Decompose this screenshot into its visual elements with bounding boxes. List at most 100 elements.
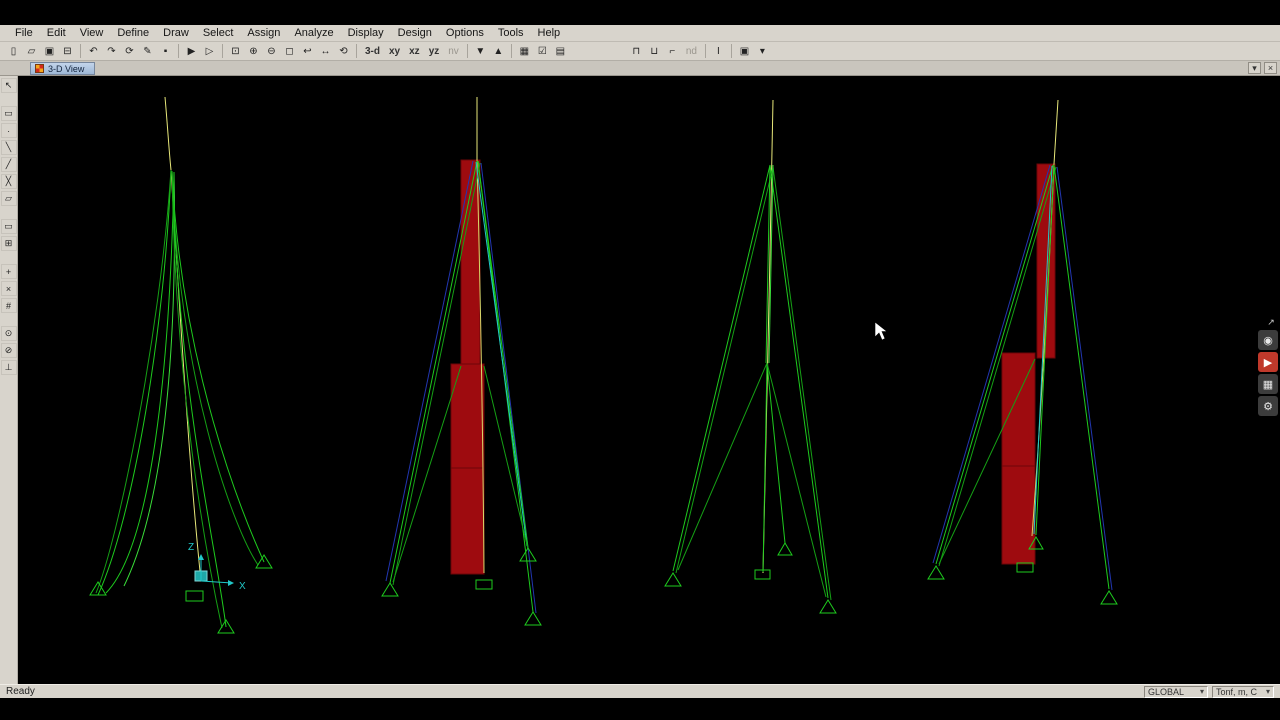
coord-system-select[interactable]: GLOBAL ▾ [1144, 685, 1208, 698]
frame-section-button[interactable]: ⊓ [628, 43, 645, 59]
zoom-in-button[interactable]: ⊕ [245, 43, 262, 59]
snap-midpoints-icon: ⊘ [4, 345, 13, 355]
view-yz-button[interactable]: yz [425, 43, 444, 59]
new-model-button[interactable]: ▯ [5, 43, 22, 59]
save-model-button[interactable]: ▣ [41, 43, 58, 59]
intersecting-select-button[interactable]: # [0, 298, 17, 313]
lock-model-button[interactable]: ▪ [157, 43, 174, 59]
collapse-window-button[interactable]: ▾ [1248, 62, 1261, 74]
zoom-out-button[interactable]: ⊖ [263, 43, 280, 59]
model-viewport-3d[interactable]: Z X ↗ ◉ ▶ ▦ ⚙ [18, 76, 1280, 684]
show-selected-button[interactable]: ☑ [534, 43, 551, 59]
menu-define[interactable]: Define [110, 25, 156, 41]
grid-options-button[interactable]: ▦ [516, 43, 533, 59]
display-options-button[interactable]: ▣ [736, 43, 753, 59]
clear-selection-button[interactable]: × [0, 281, 17, 296]
snap-joints-button[interactable]: ⊙ [0, 326, 17, 341]
window-controls: ▾ × [1248, 62, 1277, 74]
print-button[interactable]: ⊟ [59, 43, 76, 59]
image-capture-button[interactable]: ▦ [1258, 374, 1278, 394]
joint-constraint-button[interactable]: ⌐ [664, 43, 681, 59]
close-window-button[interactable]: × [1264, 62, 1277, 74]
pin-panel-button[interactable]: ↗ [1264, 317, 1278, 328]
open-file-button[interactable]: ▱ [23, 43, 40, 59]
model-canvas: Z X [89, 96, 1118, 634]
assign-toolbar-group: ⊓ ⊔ ⌐ nd I ▣ ▾ [628, 43, 771, 59]
section-cut-button[interactable]: I [710, 43, 727, 59]
new-model-icon: ▯ [10, 45, 17, 57]
menu-help[interactable]: Help [531, 25, 568, 41]
coord-system-value: GLOBAL [1148, 686, 1185, 697]
rotate-3d-button[interactable]: ⟲ [335, 43, 352, 59]
select-all-button[interactable]: + [0, 264, 17, 279]
select-all-icon: + [5, 266, 12, 277]
snap-midpoints-button[interactable]: ⊘ [0, 343, 17, 358]
menu-file[interactable]: File [8, 25, 40, 41]
menu-tools[interactable]: Tools [491, 25, 531, 41]
main-toolbar: ▯ ▱ ▣ ⊟ ↶ ↷ ⟳ ✎ ▪ ▶ ▷ ⊡ ⊕ ⊖ ◻ ↩ ↔ ⟲ 3-d … [0, 42, 1280, 61]
draw-joint-button[interactable]: ∙ [0, 123, 17, 138]
menu-select[interactable]: Select [196, 25, 241, 41]
move-down-plane-button[interactable]: ▼ [472, 43, 489, 59]
menu-assign[interactable]: Assign [240, 25, 287, 41]
base-plate [754, 569, 771, 580]
sap-logo-icon [35, 64, 44, 73]
zoom-full-button[interactable]: ◻ [281, 43, 298, 59]
menu-edit[interactable]: Edit [40, 25, 73, 41]
zoom-window-button[interactable]: ⊡ [227, 43, 244, 59]
axis-x-label: X [239, 581, 246, 592]
zoom-in-icon: ⊕ [249, 45, 258, 57]
reshape-object-button[interactable]: ▭ [0, 106, 17, 121]
menu-options[interactable]: Options [439, 25, 491, 41]
tower-model-1[interactable]: Z X [89, 96, 273, 634]
intersecting-select-icon: # [5, 300, 11, 311]
menu-view[interactable]: View [73, 25, 111, 41]
menu-display[interactable]: Display [341, 25, 391, 41]
zoom-previous-button[interactable]: ↩ [299, 43, 316, 59]
open-file-icon: ▱ [27, 45, 36, 57]
support-triangle [819, 599, 837, 614]
menu-analyze[interactable]: Analyze [287, 25, 340, 41]
record-video-button[interactable]: ▶ [1258, 352, 1278, 372]
draw-pencil-button[interactable]: ✎ [139, 43, 156, 59]
menu-draw[interactable]: Draw [156, 25, 196, 41]
window-tab-bar: 3-D View ▾ × [0, 61, 1280, 76]
base-plate [475, 579, 493, 590]
redo-button[interactable]: ↷ [103, 43, 120, 59]
lock-icon: ▪ [163, 45, 168, 57]
pan-button[interactable]: ↔ [317, 43, 334, 59]
undo-icon: ↶ [89, 45, 98, 57]
tower-model-2[interactable] [381, 97, 542, 626]
units-select[interactable]: Tonf, m, C ▾ [1212, 685, 1274, 698]
object-options-button[interactable]: ▤ [552, 43, 569, 59]
draw-rect-area-button[interactable]: ▭ [0, 219, 17, 234]
quick-draw-area-icon: ⊞ [4, 238, 13, 248]
pencil-icon: ✎ [143, 45, 152, 57]
run-step-button[interactable]: ▷ [201, 43, 218, 59]
draw-frame-button[interactable]: ╲ [0, 140, 17, 155]
display-options-dropdown[interactable]: ▾ [754, 43, 771, 59]
menu-bar: File Edit View Define Draw Select Assign… [0, 25, 1280, 42]
menu-design[interactable]: Design [391, 25, 439, 41]
tower-model-4[interactable] [927, 99, 1118, 605]
snap-perpendicular-button[interactable]: ⊥ [0, 360, 17, 375]
refresh-window-button[interactable]: ⟳ [121, 43, 138, 59]
camera-snapshot-button[interactable]: ◉ [1258, 330, 1278, 350]
move-up-plane-button[interactable]: ▲ [490, 43, 507, 59]
settings-button[interactable]: ⚙ [1258, 396, 1278, 416]
draw-poly-area-button[interactable]: ▱ [0, 191, 17, 206]
run-analysis-button[interactable]: ▶ [183, 43, 200, 59]
view-xy-button[interactable]: xy [385, 43, 404, 59]
mouse-cursor [874, 321, 888, 341]
quick-draw-frame-button[interactable]: ╱ [0, 157, 17, 172]
frame-release-button[interactable]: ⊔ [646, 43, 663, 59]
select-pointer-button[interactable]: ↖ [0, 78, 17, 93]
view-3d-button[interactable]: 3-d [361, 43, 384, 59]
tower-model-3[interactable] [664, 99, 837, 614]
quick-draw-frame-icon: ╱ [5, 159, 12, 169]
tab-3d-view[interactable]: 3-D View [30, 62, 96, 75]
undo-button[interactable]: ↶ [85, 43, 102, 59]
quick-draw-area-button[interactable]: ⊞ [0, 236, 17, 251]
quick-draw-brace-button[interactable]: ╳ [0, 174, 17, 189]
view-xz-button[interactable]: xz [405, 43, 424, 59]
